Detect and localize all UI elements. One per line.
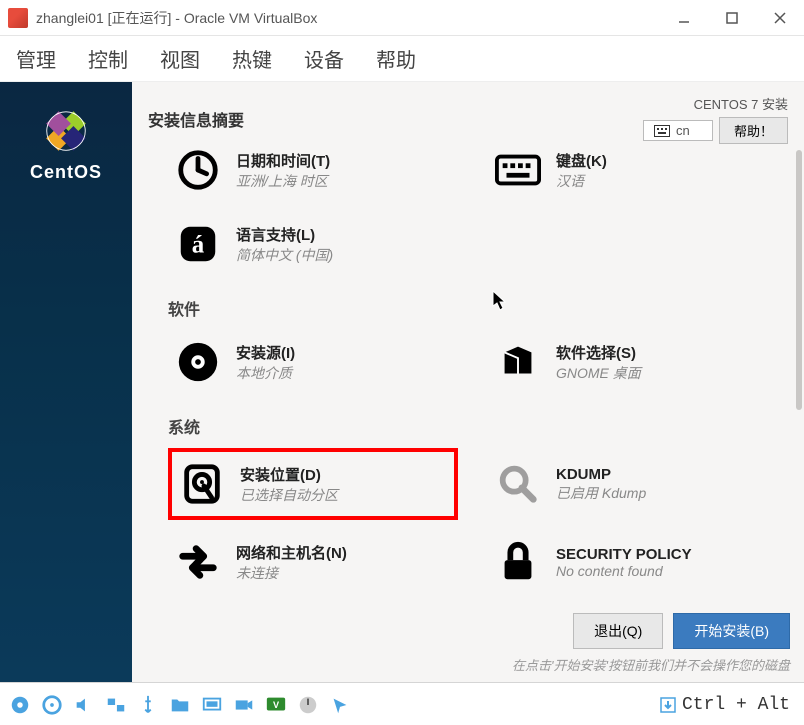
menu-help[interactable]: 帮助 [376,44,416,73]
status-optical-icon[interactable] [38,691,66,719]
status-cpu-icon[interactable] [294,691,322,719]
menu-hotkeys[interactable]: 热键 [232,44,272,73]
status-audio-icon[interactable] [70,691,98,719]
status-mouse-integration-icon[interactable] [326,691,354,719]
virtualbox-app-icon [8,8,28,28]
close-button[interactable] [756,0,804,36]
begin-install-button[interactable]: 开始安装(B) [673,613,790,649]
mouse-cursor-icon [492,290,508,312]
spoke-datetime[interactable]: 日期和时间(T) 亚洲/上海 时区 [168,150,458,202]
keyboard-icon [654,125,670,137]
status-display-icon[interactable] [198,691,226,719]
package-icon [494,338,542,386]
spoke-language[interactable]: á 语言支持(L) 简体中文 (中国) [168,212,458,276]
vm-display[interactable]: CentOS 安装信息摘要 CENTOS 7 安装 cn 帮助！ [0,82,804,682]
status-vrdp-icon[interactable]: V [262,691,290,719]
spoke-kdump[interactable]: KDUMP 已启用 Kdump [488,448,778,520]
installer-sidebar: CentOS [0,82,132,682]
network-icon [174,538,222,586]
scrollbar-thumb[interactable] [796,150,802,410]
spoke-install-source[interactable]: 安装源(I) 本地介质 [168,330,458,394]
spoke-security-policy[interactable]: SECURITY POLICY No content found [488,530,778,594]
status-shared-folders-icon[interactable] [166,691,194,719]
menu-devices[interactable]: 设备 [304,44,344,73]
help-button[interactable]: 帮助！ [719,117,788,144]
spoke-software-selection[interactable]: 软件选择(S) GNOME 桌面 [488,330,778,394]
svg-text:á: á [192,232,205,259]
minimize-button[interactable] [660,0,708,36]
lock-icon [494,538,542,586]
summary-header: 安装信息摘要 CENTOS 7 安装 cn 帮助！ [132,82,804,150]
centos-logo-icon [45,110,87,152]
quit-button[interactable]: 退出(Q) [573,613,663,649]
category-system: 系统 [168,414,792,438]
spoke-install-destination[interactable]: 安装位置(D) 已选择自动分区 [168,448,458,520]
clock-icon [174,150,222,194]
page-title: 安装信息摘要 [148,107,244,131]
footer-note: 在点击'开始安装'按钮前我们并不会操作您的磁盘 [512,655,790,674]
distro-label: CENTOS 7 安装 [694,94,788,113]
status-hdd-icon[interactable] [6,691,34,719]
svg-text:V: V [273,699,280,709]
disc-icon [174,338,222,386]
arrow-down-icon [660,697,676,713]
status-usb-icon[interactable] [134,691,162,719]
status-recording-icon[interactable] [230,691,258,719]
language-icon: á [174,220,222,268]
menu-view[interactable]: 视图 [160,44,200,73]
spoke-keyboard[interactable]: 键盘(K) 汉语 [488,150,778,202]
keyboard-layout: cn [676,123,690,138]
status-network-icon[interactable] [102,691,130,719]
maximize-button[interactable] [708,0,756,36]
category-software: 软件 [168,296,792,320]
keyboard-large-icon [494,150,542,194]
host-key-indicator[interactable]: Ctrl + Alt [660,695,798,715]
spoke-network[interactable]: 网络和主机名(N) 未连接 [168,530,458,594]
window-title: zhanglei01 [正在运行] - Oracle VM VirtualBox [36,8,660,28]
menu-manage[interactable]: 管理 [16,44,56,73]
window-titlebar: zhanglei01 [正在运行] - Oracle VM VirtualBox [0,0,804,36]
summary-footer: 退出(Q) 开始安装(B) 在点击'开始安装'按钮前我们并不会操作您的磁盘 [132,603,804,682]
search-icon [494,460,542,508]
menu-bar: 管理 控制 视图 热键 设备 帮助 [0,36,804,82]
keyboard-indicator[interactable]: cn [643,120,713,141]
vb-status-bar: V Ctrl + Alt [0,682,804,725]
centos-brand: CentOS [30,162,102,183]
menu-control[interactable]: 控制 [88,44,128,73]
scrollbar[interactable] [796,150,802,603]
hdd-icon [178,460,226,508]
